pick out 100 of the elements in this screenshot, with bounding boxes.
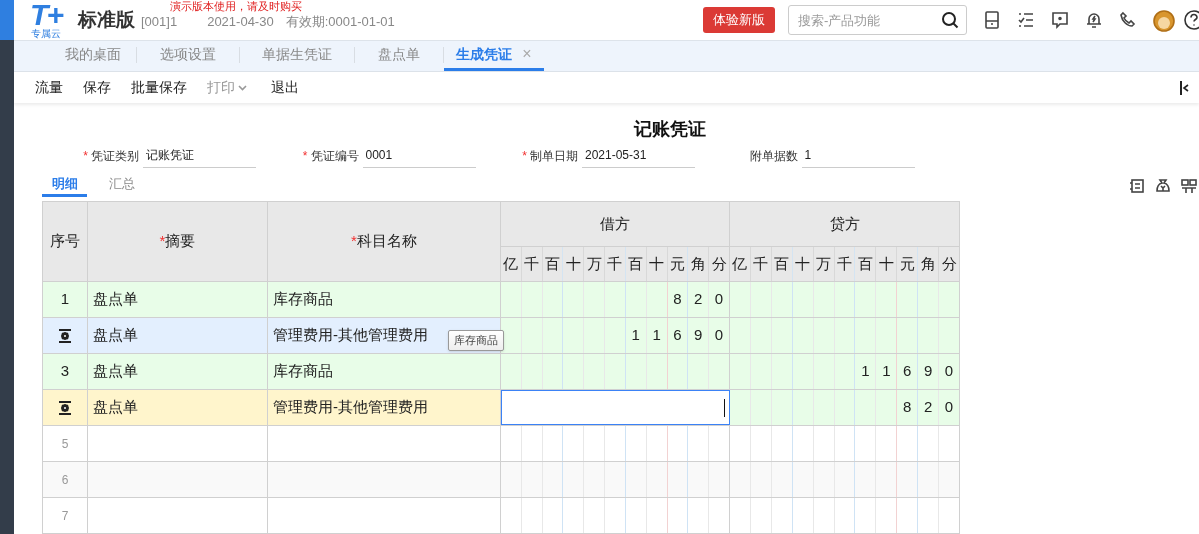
amount-digit: 8	[903, 397, 912, 418]
summary-cell: 盘点单	[88, 390, 268, 425]
subtab[interactable]: 明细	[42, 173, 87, 197]
amount-digit: 1	[652, 325, 661, 346]
toolbar-button[interactable]: 流量	[35, 77, 63, 98]
logo: T+	[30, 1, 62, 28]
row-number: 6	[43, 462, 88, 497]
account-cell: 库存商品	[268, 354, 501, 389]
document-icon[interactable]	[983, 11, 1001, 29]
sidebar-top	[0, 0, 14, 40]
amount-digit: 1	[882, 361, 891, 382]
unit-label: 千	[833, 247, 855, 281]
column-label: 摘要	[165, 231, 196, 252]
field-label: 凭证编号	[310, 148, 359, 165]
row-number: 1	[43, 282, 88, 317]
field-label: 制单日期	[530, 148, 578, 165]
edition-label: 标准版	[78, 7, 135, 32]
row-settings-icon[interactable]	[57, 399, 73, 416]
amount-digit: 2	[694, 289, 703, 310]
search-icon[interactable]	[941, 11, 959, 29]
row-settings-icon[interactable]	[57, 327, 73, 344]
logo-subtitle: 专属云	[31, 27, 61, 39]
tab[interactable]: 选项设置	[137, 40, 239, 71]
unit-label: 百	[854, 247, 876, 281]
message-icon[interactable]	[1051, 11, 1069, 29]
unit-label: 分	[938, 247, 959, 281]
voucher-title: 记账凭证	[632, 118, 707, 140]
field-label: 附单据数	[749, 148, 798, 165]
list-icon[interactable]	[1129, 178, 1145, 194]
input-field[interactable]: 0001	[362, 146, 476, 168]
unit-label: 亿	[502, 253, 520, 274]
unit-label: 万	[812, 247, 834, 281]
amount-digit: 0	[714, 325, 724, 346]
layout-icon[interactable]	[1181, 178, 1197, 194]
unit-label: 分	[708, 247, 729, 281]
toolbar-button[interactable]: 批量保存	[131, 77, 187, 98]
search-field[interactable]: 搜索-产品功能	[788, 5, 967, 35]
validity-label: 有效期:0001-01-01	[285, 13, 395, 32]
unit-label: 千	[604, 247, 625, 281]
account-cell: 管理费用-其他管理费用	[268, 390, 501, 425]
toolbar-button[interactable]: 退出	[271, 77, 299, 98]
unit-label: 角	[687, 247, 709, 281]
input-field[interactable]: 2021-05-31	[582, 146, 695, 168]
avatar-icon[interactable]	[1151, 7, 1177, 33]
required-mark: *	[351, 231, 357, 252]
amount-digit: 0	[714, 289, 724, 310]
tab[interactable]: 我的桌面	[50, 40, 136, 71]
subtab[interactable]: 汇总	[99, 173, 144, 197]
amount-digit: 9	[923, 361, 933, 382]
amount-digit: 8	[673, 289, 682, 310]
unit-label: 亿	[731, 253, 749, 274]
help-icon[interactable]	[1183, 9, 1199, 31]
collapse-icon[interactable]	[1179, 79, 1189, 96]
phone-icon[interactable]	[1119, 11, 1137, 29]
amount-digit: 0	[944, 361, 954, 382]
date-label: 2021-04-30	[207, 13, 274, 32]
account-label: [001]1	[141, 13, 178, 32]
column-label: 科目名称	[356, 231, 417, 252]
unit-label: 元	[896, 247, 918, 281]
row-number: 3	[43, 354, 88, 389]
column-header: 借方	[501, 202, 729, 247]
money-bag-icon[interactable]	[1155, 178, 1171, 194]
unit-label: 元	[666, 247, 688, 281]
text-cursor	[724, 398, 725, 417]
summary-cell: 盘点单	[88, 318, 268, 353]
toolbar-button[interactable]: 保存	[83, 77, 111, 98]
unit-label: 百	[541, 247, 563, 281]
unit-label: 万	[583, 247, 605, 281]
tab[interactable]: 单据生凭证	[240, 40, 354, 71]
unit-label: 百	[770, 247, 792, 281]
tab[interactable]: 盘点单	[355, 40, 443, 71]
summary-cell: 盘点单	[88, 354, 268, 389]
amount-digit: 1	[861, 361, 870, 382]
amount-digit: 0	[944, 397, 954, 418]
notice-text: 演示版本使用，请及时购买	[170, 0, 302, 12]
input-field[interactable]: 记账凭证	[143, 146, 256, 168]
checklist-icon[interactable]	[1017, 11, 1035, 29]
input-field[interactable]: 1	[801, 146, 915, 168]
unit-label: 角	[917, 247, 939, 281]
unit-label: 十	[875, 247, 897, 281]
account-cell: 库存商品	[268, 282, 501, 317]
input-field[interactable]	[501, 390, 730, 425]
bell-icon[interactable]	[1085, 11, 1103, 29]
try-new-version-button[interactable]: 体验新版	[703, 7, 775, 33]
unit-label: 百	[624, 247, 646, 281]
amount-digit: 9	[694, 325, 703, 346]
unit-label: 十	[645, 247, 667, 281]
required-mark: *	[83, 148, 88, 165]
tab[interactable]: 生成凭证 ×	[444, 40, 544, 71]
unit-label: 千	[749, 247, 771, 281]
unit-label: 十	[791, 247, 813, 281]
unit-label: 千	[520, 247, 542, 281]
unit-label: 十	[562, 247, 584, 281]
required-mark: *	[159, 231, 166, 252]
amount-digit: 6	[673, 325, 682, 346]
required-mark: *	[522, 148, 527, 165]
column-label: 序号	[50, 231, 80, 252]
amount-digit: 6	[903, 361, 912, 382]
required-mark: *	[302, 148, 308, 165]
amount-digit: 1	[631, 325, 640, 346]
